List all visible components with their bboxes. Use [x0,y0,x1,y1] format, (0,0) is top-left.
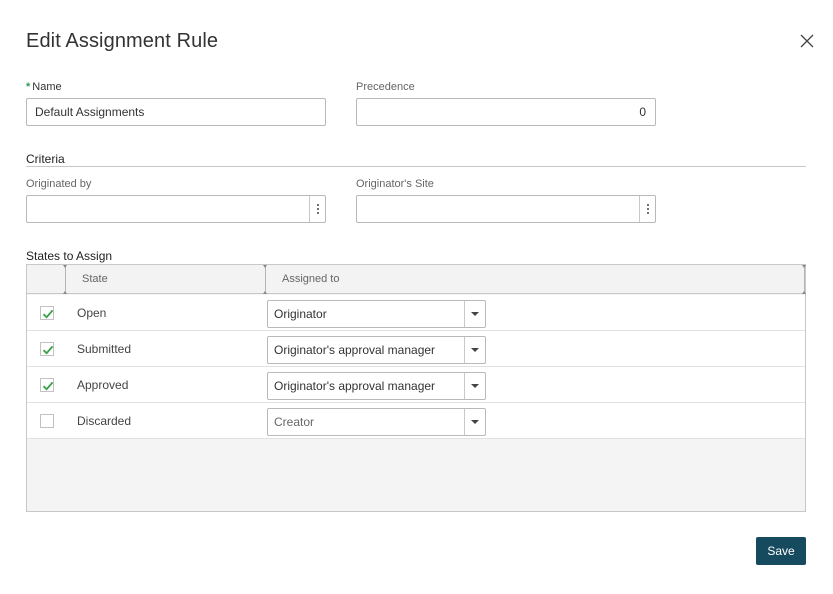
row-checkbox[interactable] [40,342,54,356]
table-row: Open Originator [27,295,805,331]
assigned-to-dropdown[interactable]: Originator's approval manager [267,372,486,400]
check-icon [42,345,54,355]
table-row: Approved Originator's approval manager [27,367,805,403]
grid-header: State Assigned to [27,265,806,294]
row-checkbox[interactable] [40,378,54,392]
originators-site-field[interactable] [356,195,656,223]
state-cell: Discarded [77,414,132,428]
precedence-label: Precedence [356,81,415,93]
state-cell: Open [77,306,107,320]
chevron-down-icon [471,312,479,316]
close-icon [800,34,814,48]
table-row: Submitted Originator's approval manager [27,331,805,367]
column-resize-handle[interactable] [802,265,806,294]
originated-by-field[interactable] [26,195,326,223]
assigned-to-dropdown[interactable]: Originator [267,300,486,328]
more-vertical-icon[interactable] [639,196,655,222]
assigned-to-dropdown[interactable]: Creator [267,408,486,436]
dropdown-value: Originator's approval manager [274,343,436,357]
dialog-title: Edit Assignment Rule [26,30,219,52]
state-cell: Submitted [77,342,132,356]
save-button[interactable]: Save [756,537,806,565]
dropdown-toggle[interactable] [464,301,485,327]
row-checkbox[interactable] [40,414,54,428]
column-header-assigned-to[interactable]: Assigned to [266,265,796,294]
row-checkbox[interactable] [40,306,54,320]
dropdown-value: Originator's approval manager [274,379,436,393]
dropdown-value: Originator [274,307,327,321]
criteria-title: Criteria [26,152,65,166]
dropdown-toggle[interactable] [464,409,485,435]
chevron-down-icon [471,420,479,424]
column-header-state[interactable]: State [66,265,266,294]
required-indicator: * [26,81,31,93]
assigned-to-dropdown[interactable]: Originator's approval manager [267,336,486,364]
state-cell: Approved [77,378,129,392]
name-input[interactable]: Default Assignments [26,98,326,126]
check-icon [42,309,54,319]
dropdown-toggle[interactable] [464,337,485,363]
close-button[interactable] [797,31,817,51]
states-title: States to Assign [26,249,113,263]
criteria-divider [26,166,806,167]
states-grid: State Assigned to Open Originator Submit… [26,264,806,512]
table-row: Discarded Creator [27,403,805,439]
name-label: * Name [26,81,62,93]
originated-by-label: Originated by [26,178,92,190]
originators-site-label: Originator's Site [356,178,434,190]
chevron-down-icon [471,348,479,352]
check-icon [42,381,54,391]
more-vertical-icon[interactable] [309,196,325,222]
dropdown-value: Creator [274,415,315,429]
chevron-down-icon [471,384,479,388]
precedence-input[interactable]: 0 [356,98,656,126]
dropdown-toggle[interactable] [464,373,485,399]
